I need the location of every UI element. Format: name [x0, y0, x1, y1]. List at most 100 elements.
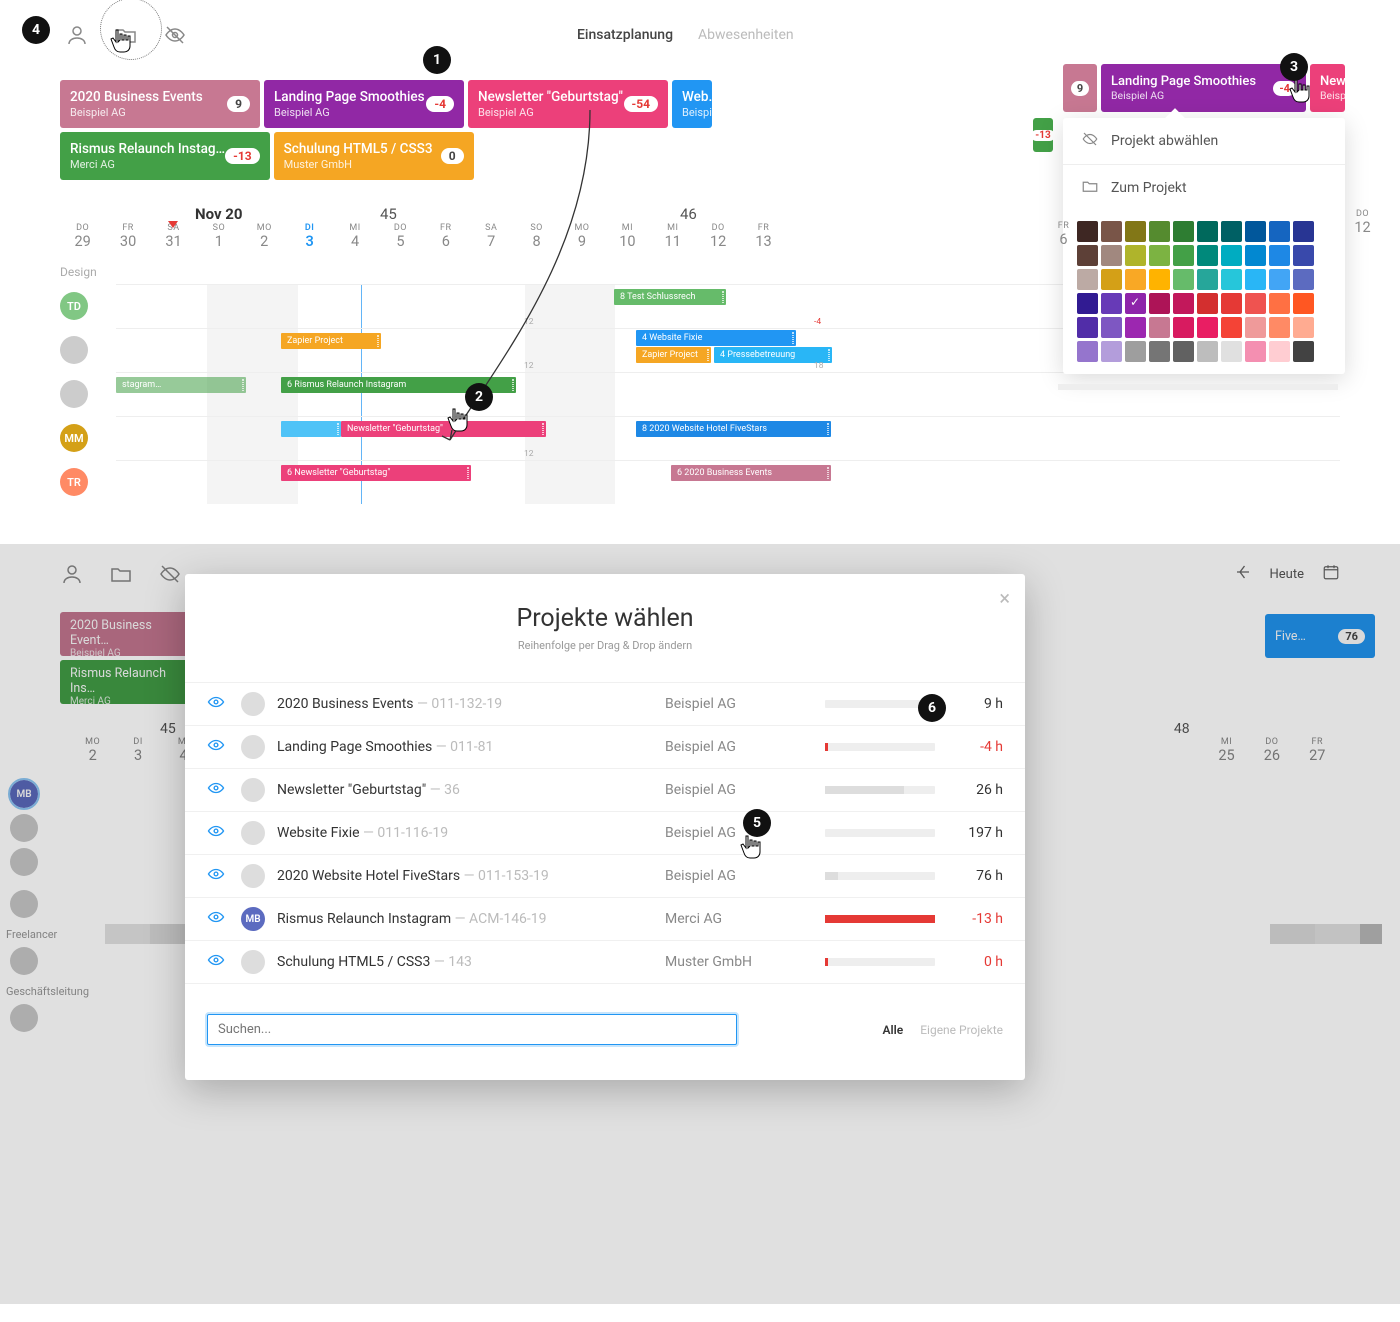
schedule-bar[interactable]: 6 Newsletter "Geburtstag": [281, 465, 471, 481]
schedule-bar[interactable]: Zapier Project: [281, 333, 381, 349]
color-swatch[interactable]: [1149, 269, 1170, 290]
color-swatch[interactable]: [1221, 317, 1242, 338]
color-swatch[interactable]: [1077, 245, 1098, 266]
avatar[interactable]: [60, 336, 88, 364]
color-swatch[interactable]: [1293, 341, 1314, 362]
eye-icon[interactable]: [207, 822, 227, 844]
color-swatch[interactable]: [1221, 245, 1242, 266]
arrow-collapse-icon[interactable]: [1234, 563, 1252, 585]
project-row[interactable]: Schulung HTML5 / CSS3 — 143 Muster GmbH …: [185, 941, 1025, 984]
color-swatch[interactable]: [1197, 317, 1218, 338]
schedule-bar[interactable]: Zapier Project: [636, 347, 711, 363]
color-swatch[interactable]: [1101, 317, 1122, 338]
color-swatch[interactable]: [1149, 341, 1170, 362]
color-swatch[interactable]: [1293, 317, 1314, 338]
color-swatch[interactable]: [1125, 341, 1146, 362]
color-swatch[interactable]: [1245, 293, 1266, 314]
avatar[interactable]: [10, 814, 38, 842]
color-swatch[interactable]: [1125, 317, 1146, 338]
tab-einsatzplanung[interactable]: Einsatzplanung: [577, 27, 673, 43]
color-swatch[interactable]: [1125, 293, 1146, 314]
color-swatch[interactable]: [1221, 293, 1242, 314]
color-swatch[interactable]: [1269, 245, 1290, 266]
color-swatch[interactable]: [1293, 293, 1314, 314]
avatar[interactable]: [10, 1004, 38, 1032]
project-row[interactable]: 2020 Website Hotel FiveStars — 011-153-1…: [185, 855, 1025, 898]
color-swatch[interactable]: [1125, 245, 1146, 266]
color-swatch[interactable]: [1197, 293, 1218, 314]
color-swatch[interactable]: [1149, 221, 1170, 242]
project-pill[interactable]: Landing Page SmoothiesBeispiel AG-4: [264, 80, 464, 128]
color-swatch[interactable]: [1245, 269, 1266, 290]
color-swatch[interactable]: [1269, 221, 1290, 242]
eye-off-icon[interactable]: [163, 23, 187, 47]
color-swatch[interactable]: [1173, 245, 1194, 266]
segment-all[interactable]: Alle: [883, 1023, 904, 1037]
avatar[interactable]: [60, 380, 88, 408]
color-swatch[interactable]: [1197, 245, 1218, 266]
project-pill[interactable]: Web…Beispi…: [672, 80, 712, 128]
project-pill[interactable]: 2020 Business EventsBeispiel AG9: [60, 80, 260, 128]
color-swatch[interactable]: [1077, 341, 1098, 362]
eye-icon[interactable]: [207, 693, 227, 715]
color-swatch[interactable]: [1269, 317, 1290, 338]
avatar[interactable]: TD: [60, 292, 88, 320]
color-swatch[interactable]: [1077, 293, 1098, 314]
color-swatch[interactable]: [1197, 269, 1218, 290]
color-swatch[interactable]: [1245, 245, 1266, 266]
calendar-icon[interactable]: [1322, 563, 1340, 585]
eye-icon[interactable]: [207, 736, 227, 758]
user-icon[interactable]: [60, 562, 84, 586]
color-swatch[interactable]: [1221, 221, 1242, 242]
schedule-bar[interactable]: [281, 421, 341, 437]
color-swatch[interactable]: [1077, 317, 1098, 338]
today-button[interactable]: Heute: [1270, 567, 1304, 582]
color-swatch[interactable]: [1173, 317, 1194, 338]
color-swatch[interactable]: [1101, 269, 1122, 290]
color-swatch[interactable]: [1101, 341, 1122, 362]
eye-icon[interactable]: [207, 908, 227, 930]
color-swatch[interactable]: [1221, 269, 1242, 290]
color-swatch[interactable]: [1173, 341, 1194, 362]
color-swatch[interactable]: [1245, 317, 1266, 338]
user-icon[interactable]: [65, 23, 89, 47]
project-row[interactable]: Landing Page Smoothies — 011-81 Beispiel…: [185, 726, 1025, 769]
color-swatch[interactable]: [1245, 221, 1266, 242]
eye-icon[interactable]: [207, 779, 227, 801]
folder-icon[interactable]: [109, 562, 133, 586]
color-swatch[interactable]: [1269, 269, 1290, 290]
color-swatch[interactable]: [1221, 341, 1242, 362]
color-swatch[interactable]: [1293, 245, 1314, 266]
color-swatch[interactable]: [1125, 269, 1146, 290]
project-row[interactable]: Newsletter "Geburtstag" — 36 Beispiel AG…: [185, 769, 1025, 812]
color-swatch[interactable]: [1101, 245, 1122, 266]
avatar[interactable]: [10, 947, 38, 975]
color-swatch[interactable]: [1101, 293, 1122, 314]
color-swatch[interactable]: [1293, 221, 1314, 242]
project-row[interactable]: Website Fixie — 011-116-19 Beispiel AG 1…: [185, 812, 1025, 855]
deselect-project[interactable]: Projekt abwählen: [1063, 118, 1345, 165]
eye-icon[interactable]: [207, 865, 227, 887]
color-swatch[interactable]: [1269, 341, 1290, 362]
color-swatch[interactable]: [1269, 293, 1290, 314]
color-swatch[interactable]: [1245, 341, 1266, 362]
color-swatch[interactable]: [1149, 293, 1170, 314]
schedule-bar[interactable]: 4 Website Fixie: [636, 330, 796, 346]
color-swatch[interactable]: [1197, 341, 1218, 362]
color-swatch[interactable]: [1173, 269, 1194, 290]
eye-off-icon[interactable]: [158, 562, 182, 586]
pill-landing-page[interactable]: Landing Page Smoothies Beispiel AG -4: [1101, 64, 1306, 112]
avatar[interactable]: [10, 848, 38, 876]
color-swatch[interactable]: [1101, 221, 1122, 242]
project-row[interactable]: 2020 Business Events — 011-132-19 Beispi…: [185, 682, 1025, 726]
project-row[interactable]: MB Rismus Relaunch Instagram — ACM-146-1…: [185, 898, 1025, 941]
search-input[interactable]: [207, 1014, 737, 1045]
tab-abwesenheiten[interactable]: Abwesenheiten: [698, 27, 794, 43]
color-swatch[interactable]: [1149, 245, 1170, 266]
color-swatch[interactable]: [1173, 221, 1194, 242]
color-swatch[interactable]: [1125, 221, 1146, 242]
color-swatch[interactable]: [1173, 293, 1194, 314]
schedule-bar[interactable]: 6 2020 Business Events: [671, 465, 831, 481]
schedule-bar[interactable]: 8 2020 Website Hotel FiveStars: [636, 421, 831, 437]
segment-own[interactable]: Eigene Projekte: [920, 1023, 1003, 1037]
